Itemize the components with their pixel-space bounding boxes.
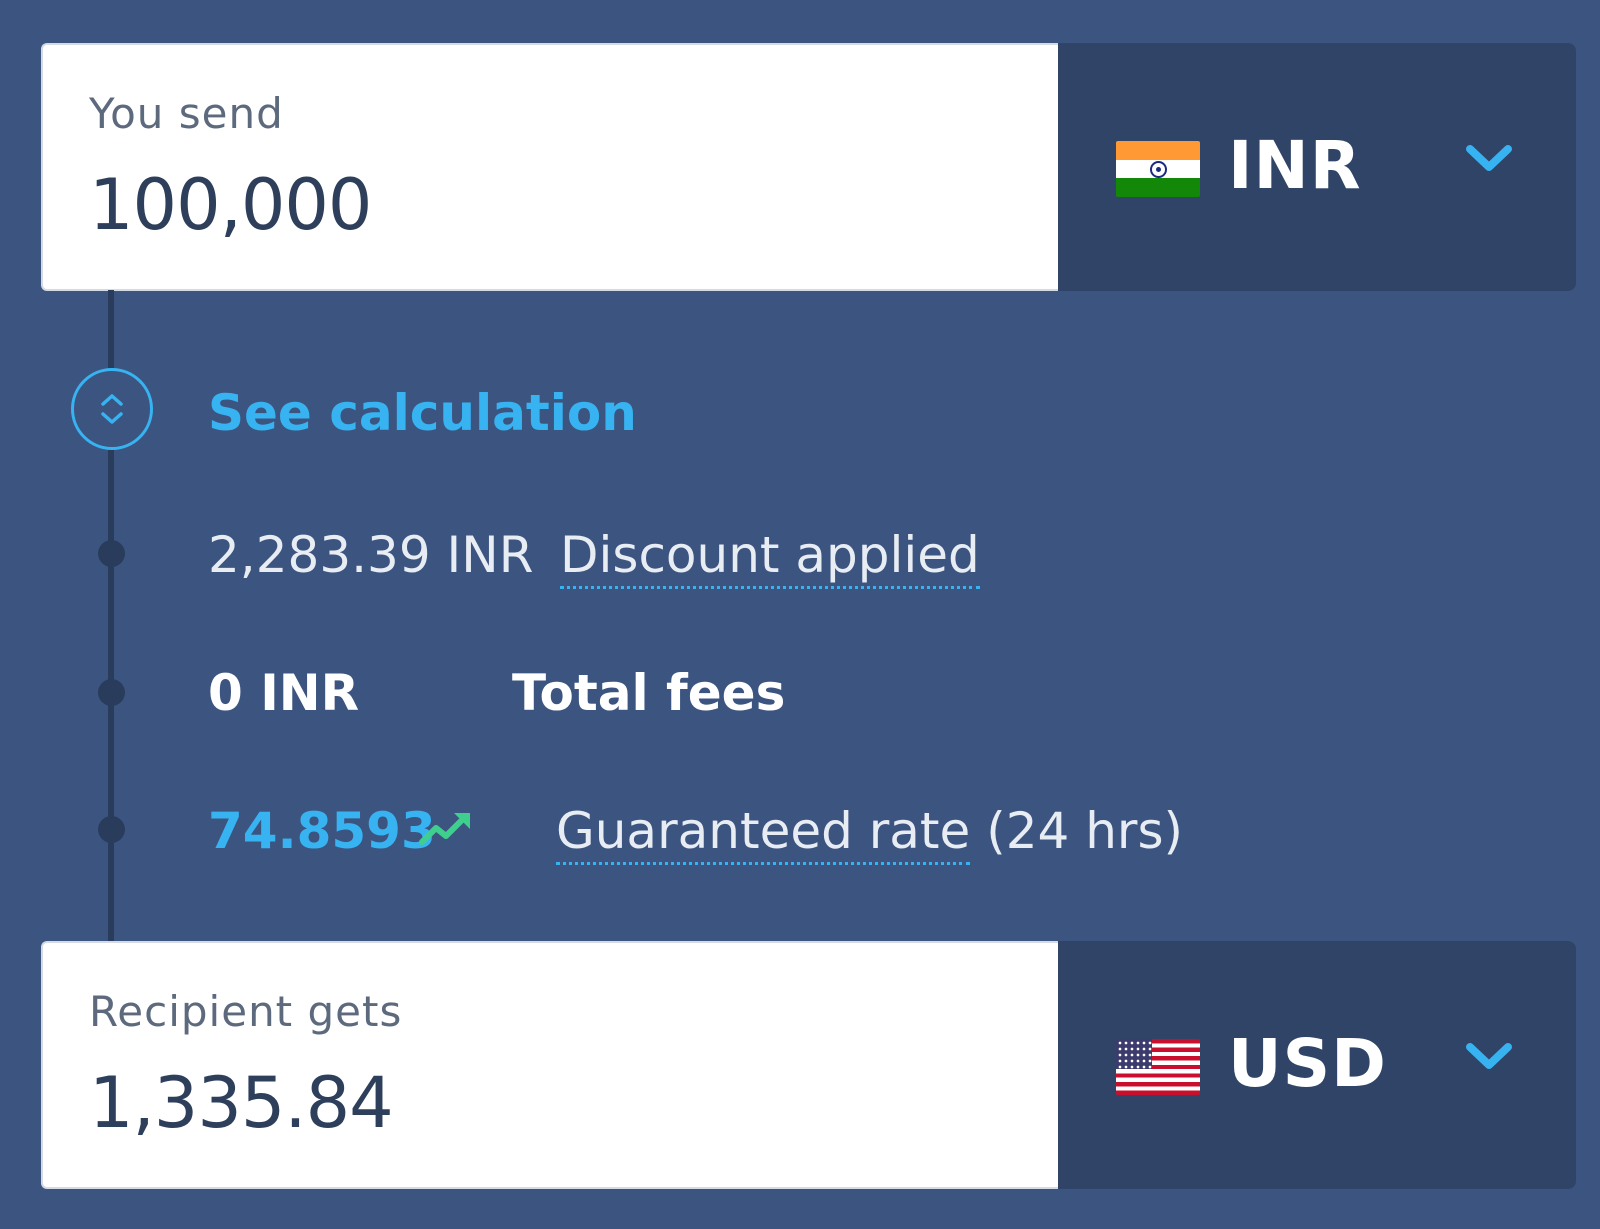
receive-amount-field[interactable]: Recipient gets 1,335.84	[41, 941, 1058, 1189]
expand-collapse-icon[interactable]	[71, 368, 153, 450]
chevron-down-icon	[1466, 145, 1512, 171]
exchange-rate-value: 74.8593	[208, 802, 436, 860]
rate-duration: (24 hrs)	[986, 802, 1184, 860]
discount-applied-link[interactable]: Discount applied	[560, 526, 980, 589]
currency-converter: You send 100,000 INR See calculation 2,2…	[0, 0, 1600, 1229]
send-amount-value[interactable]: 100,000	[89, 165, 1012, 245]
trend-up-icon	[419, 813, 470, 845]
guaranteed-rate-row: Guaranteed rate (24 hrs)	[556, 801, 1184, 865]
discount-amount: 2,283.39 INR	[208, 526, 534, 584]
receive-amount-value[interactable]: 1,335.84	[89, 1063, 1012, 1143]
send-amount-row: You send 100,000 INR	[41, 43, 1576, 291]
receive-currency-select[interactable]: USD	[1058, 941, 1576, 1189]
fees-label: Total fees	[512, 664, 786, 722]
fees-amount: 0 INR	[208, 664, 360, 722]
receive-amount-label: Recipient gets	[89, 987, 403, 1036]
receive-amount-row: Recipient gets 1,335.84 USD	[41, 941, 1576, 1189]
timeline-dot	[98, 816, 125, 843]
usa-flag-icon	[1116, 1039, 1200, 1095]
send-amount-label: You send	[89, 89, 284, 138]
discount-label[interactable]: Discount applied	[560, 525, 980, 589]
india-flag-icon	[1116, 141, 1200, 197]
send-currency-select[interactable]: INR	[1058, 43, 1576, 291]
timeline-dot	[98, 540, 125, 567]
guaranteed-rate-link[interactable]: Guaranteed rate	[556, 802, 971, 865]
send-amount-field[interactable]: You send 100,000	[41, 43, 1058, 291]
send-currency-code: INR	[1228, 127, 1362, 204]
timeline-dot	[98, 679, 125, 706]
chevron-down-icon	[1466, 1043, 1512, 1069]
see-calculation-link[interactable]: See calculation	[208, 383, 637, 443]
receive-currency-code: USD	[1228, 1025, 1387, 1102]
